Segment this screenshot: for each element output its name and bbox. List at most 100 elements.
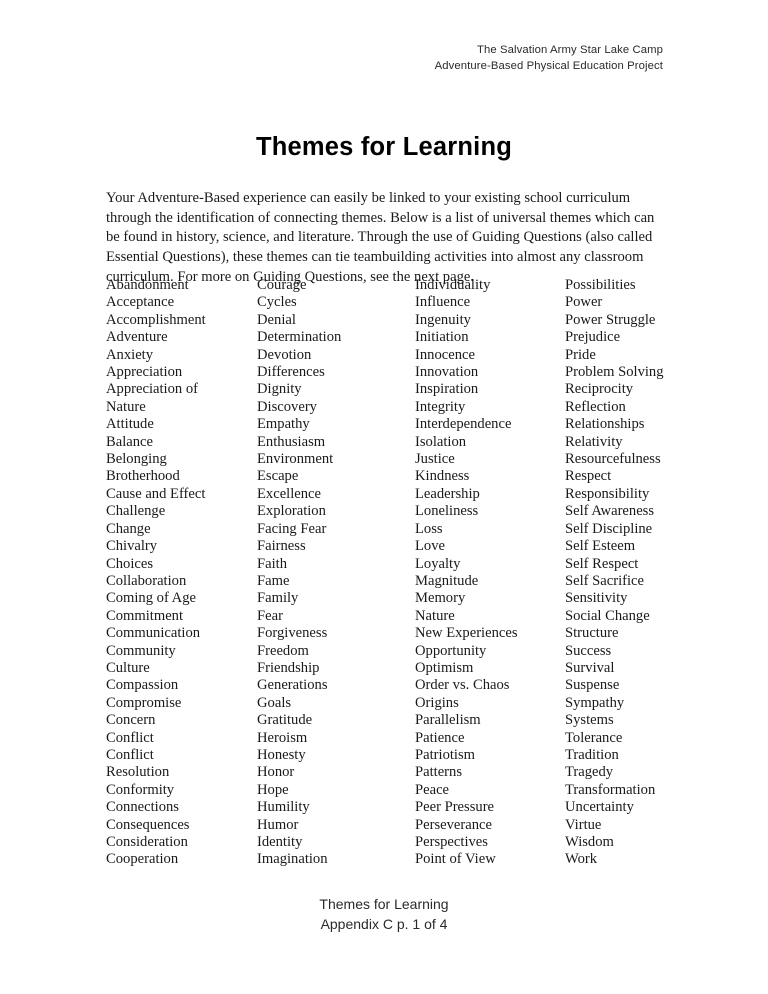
theme-item: Exploration — [257, 503, 326, 520]
theme-item: Faith — [257, 555, 287, 572]
theme-item: Social Change — [565, 607, 650, 624]
theme-item: Humor — [257, 816, 299, 833]
theme-item: Self Esteem — [565, 538, 636, 555]
theme-item: Interdependence — [415, 416, 512, 433]
theme-item: Heroism — [257, 729, 308, 746]
theme-item: Respect — [565, 468, 612, 485]
theme-item: Structure — [565, 625, 619, 642]
theme-item: Transformation — [565, 781, 656, 798]
theme-item: Honesty — [257, 746, 306, 763]
theme-item: Memory — [415, 590, 466, 607]
theme-item: Tolerance — [565, 729, 623, 746]
theme-item: Acceptance — [106, 294, 175, 311]
theme-item: Origins — [415, 694, 459, 711]
theme-item: Choices — [106, 555, 154, 572]
theme-item: Patience — [415, 729, 465, 746]
theme-item: Reflection — [565, 398, 626, 415]
theme-item: Cause and Effect — [106, 485, 206, 502]
theme-item: Compromise — [106, 694, 182, 711]
theme-item: Conformity — [106, 781, 175, 798]
theme-item: Differences — [257, 364, 325, 381]
theme-item: Fame — [257, 572, 290, 589]
theme-item: Humility — [257, 799, 310, 816]
theme-item: Empathy — [257, 416, 310, 433]
theme-item: Cycles — [257, 294, 297, 311]
theme-item: Conflict — [106, 729, 154, 746]
theme-item: Hope — [257, 781, 289, 798]
theme-item: Self Awareness — [565, 503, 655, 520]
theme-item: Conflict — [106, 746, 154, 763]
theme-item: Integrity — [415, 398, 466, 415]
themes-column-3: Individuality Influence Ingenuity Initiatio… — [415, 277, 565, 869]
theme-item: Balance — [106, 433, 153, 450]
theme-item: Denial — [257, 311, 296, 328]
theme-item: Work — [565, 851, 598, 868]
intro-paragraph: Your Adventure-Based experience can easi… — [106, 189, 655, 286]
theme-item: Innovation — [415, 364, 479, 381]
theme-item: Family — [257, 590, 299, 607]
theme-item: Suspense — [565, 677, 620, 694]
theme-item: Order vs. Chaos — [415, 677, 510, 694]
theme-item: Survival — [565, 659, 615, 676]
themes-column-2: Courage Cycles Denial Determination Devotion… — [257, 277, 415, 869]
theme-item: Optimism — [415, 659, 474, 676]
theme-item: Self Respect — [565, 555, 639, 572]
theme-item: Perseverance — [415, 816, 492, 833]
theme-item: Collaboration — [106, 572, 187, 589]
theme-item: Leadership — [415, 485, 480, 502]
theme-item: Cooperation — [106, 851, 179, 868]
theme-item: Individuality — [415, 277, 491, 293]
theme-item: Enthusiasm — [257, 433, 326, 450]
theme-item: Excellence — [257, 485, 322, 502]
theme-item: Innocence — [415, 346, 475, 363]
theme-item: Influence — [415, 294, 471, 311]
theme-item: Virtue — [565, 816, 602, 833]
theme-item: Adventure — [106, 329, 168, 346]
theme-item: Systems — [565, 712, 614, 729]
theme-item: Loneliness — [415, 503, 479, 520]
theme-item: Parallelism — [415, 712, 481, 729]
theme-item: Discovery — [257, 398, 317, 415]
theme-item: Gratitude — [257, 712, 313, 729]
theme-item: Tragedy — [565, 764, 614, 781]
theme-item: Kindness — [415, 468, 470, 485]
themes-column-4: Possibilities Power Power Struggle Prejudic… — [565, 277, 706, 869]
theme-item: Opportunity — [415, 642, 487, 659]
theme-item: Love — [415, 538, 445, 555]
themes-column-1: Abandonment Acceptance Accomplishment Adven… — [106, 277, 257, 869]
theme-item: Relationships — [565, 416, 645, 433]
theme-item: Problem Solving — [565, 364, 664, 381]
theme-item: Connections — [106, 799, 179, 816]
theme-item: Resolution — [106, 764, 170, 781]
theme-item: Attitude — [106, 416, 154, 433]
theme-item: Communication — [106, 625, 201, 642]
theme-item: Peace — [415, 781, 450, 798]
theme-item: Reciprocity — [565, 381, 634, 398]
footer-line-title: Themes for Learning — [319, 896, 449, 912]
theme-item: Self Discipline — [565, 520, 653, 537]
theme-item: Abandonment — [106, 277, 189, 293]
theme-item: Perspectives — [415, 834, 488, 850]
theme-item: Magnitude — [415, 572, 479, 589]
theme-item: Possibilities — [565, 277, 636, 293]
theme-item: Tradition — [565, 746, 619, 763]
theme-item: Compassion — [106, 677, 179, 694]
theme-item: Fairness — [257, 538, 306, 555]
theme-item: Culture — [106, 659, 150, 676]
theme-item: Facing Fear — [257, 520, 327, 537]
themes-list: Abandonment Acceptance Accomplishment Adven… — [106, 277, 706, 869]
theme-item: Brotherhood — [106, 468, 180, 485]
theme-item: Chivalry — [106, 538, 158, 555]
theme-item: Identity — [257, 834, 303, 850]
theme-item: Fear — [257, 607, 283, 624]
theme-item: Pride — [565, 346, 596, 363]
theme-item: Anxiety — [106, 346, 154, 363]
theme-item: Determination — [257, 329, 342, 346]
theme-item: Point of View — [415, 851, 496, 868]
theme-item: New Experiences — [415, 625, 518, 642]
theme-item: Success — [565, 642, 612, 659]
theme-item: Change — [106, 520, 151, 537]
theme-item: Patriotism — [415, 746, 475, 763]
theme-item: Escape — [257, 468, 299, 485]
theme-item: Patterns — [415, 764, 463, 781]
